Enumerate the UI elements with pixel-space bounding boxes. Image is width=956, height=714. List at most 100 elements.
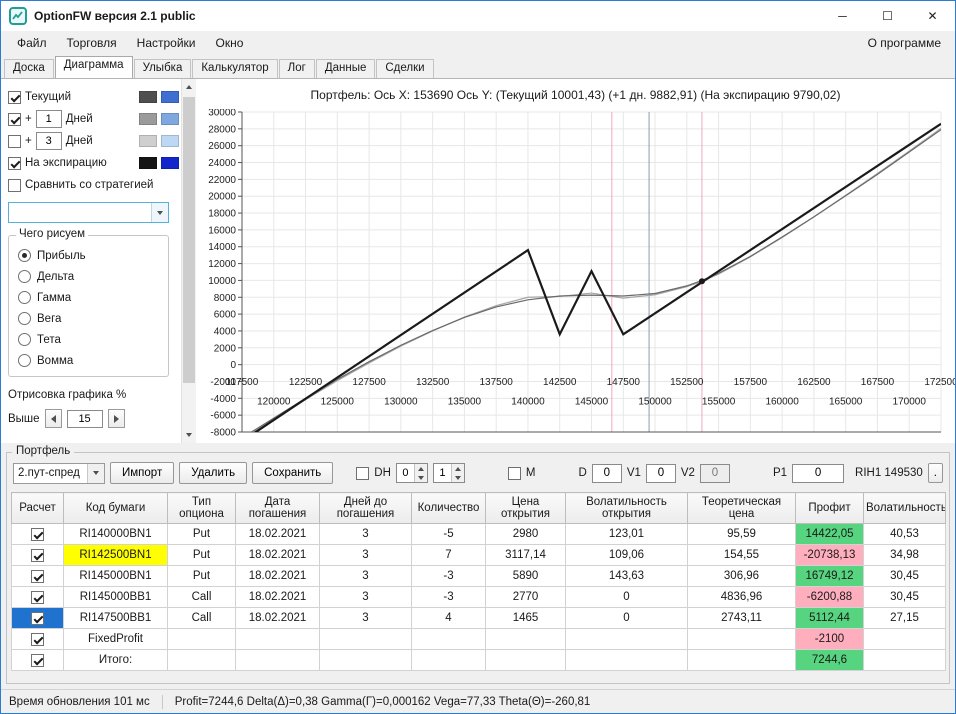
calc-cell[interactable] — [11, 628, 64, 650]
column-header[interactable]: Теоретическая цена — [687, 492, 796, 524]
series-checkbox[interactable] — [8, 178, 21, 192]
days-input[interactable] — [35, 132, 62, 150]
calc-cell[interactable] — [11, 586, 64, 608]
chevron-down-icon[interactable] — [151, 203, 168, 222]
days-input[interactable] — [35, 110, 62, 128]
cell[interactable]: RI147500BB1 — [63, 607, 168, 629]
d-input[interactable] — [591, 463, 622, 483]
save-button[interactable]: Сохранить — [252, 462, 334, 484]
cell[interactable]: -3 — [411, 586, 486, 608]
cell[interactable]: 306,96 — [687, 565, 796, 587]
cell[interactable]: 1465 — [485, 607, 566, 629]
cell[interactable]: 123,01 — [565, 523, 688, 545]
spinner-arrows[interactable] — [450, 464, 464, 482]
calc-cell[interactable] — [11, 649, 64, 671]
cell[interactable]: 18.02.2021 — [235, 586, 320, 608]
cell[interactable]: RI142500BN1 — [63, 544, 168, 566]
cell[interactable] — [485, 628, 566, 650]
dh-spinner-1[interactable] — [395, 463, 428, 483]
series-checkbox[interactable] — [8, 112, 21, 126]
row-checkbox[interactable] — [31, 569, 44, 583]
decrease-button[interactable] — [44, 409, 62, 428]
panel-scrollbar[interactable] — [181, 79, 196, 443]
scrollbar-track[interactable] — [182, 95, 196, 427]
cell[interactable] — [485, 649, 566, 671]
radio-button[interactable] — [18, 333, 31, 346]
more-button[interactable]: . — [927, 463, 943, 483]
p1-input[interactable] — [792, 463, 845, 483]
series-checkbox[interactable] — [8, 156, 21, 170]
cell[interactable]: 0 — [565, 607, 688, 629]
cell[interactable]: Итого: — [63, 649, 168, 671]
cell[interactable]: 143,63 — [565, 565, 688, 587]
radio-option[interactable]: Вега — [18, 308, 162, 329]
dh-checkbox[interactable] — [356, 466, 370, 480]
cell[interactable]: 4836,96 — [687, 586, 796, 608]
cell[interactable]: 3 — [319, 565, 412, 587]
row-checkbox[interactable] — [31, 653, 44, 667]
maximize-button[interactable]: ☐ — [865, 1, 910, 31]
column-header[interactable]: Дата погашения — [235, 492, 320, 524]
cell[interactable]: Call — [167, 607, 236, 629]
calc-cell[interactable] — [11, 523, 64, 545]
radio-button[interactable] — [18, 312, 31, 325]
cell[interactable] — [411, 649, 486, 671]
minimize-button[interactable]: ─ — [820, 1, 865, 31]
cell[interactable]: 2980 — [485, 523, 566, 545]
column-header[interactable]: Профит — [795, 492, 864, 524]
calc-cell[interactable] — [11, 544, 64, 566]
radio-button[interactable] — [18, 354, 31, 367]
radio-option[interactable]: Гамма — [18, 287, 162, 308]
cell[interactable]: 0 — [565, 586, 688, 608]
series-checkbox[interactable] — [8, 134, 21, 148]
cell[interactable]: 7 — [411, 544, 486, 566]
scrollbar-thumb[interactable] — [183, 97, 195, 383]
cell[interactable]: 16749,12 — [795, 565, 864, 587]
cell[interactable] — [319, 628, 412, 650]
tab[interactable]: Сделки — [376, 59, 434, 78]
menu-item[interactable]: Окно — [206, 33, 254, 53]
cell[interactable]: 3 — [319, 523, 412, 545]
cell[interactable]: 2770 — [485, 586, 566, 608]
v1-input[interactable] — [645, 463, 676, 483]
cell[interactable] — [411, 628, 486, 650]
cell[interactable] — [319, 649, 412, 671]
cell[interactable]: 3117,14 — [485, 544, 566, 566]
cell[interactable] — [167, 649, 236, 671]
cell[interactable]: -20738,13 — [795, 544, 864, 566]
close-button[interactable]: ✕ — [910, 1, 955, 31]
cell[interactable]: 14422,05 — [795, 523, 864, 545]
tab[interactable]: Калькулятор — [192, 59, 278, 78]
import-button[interactable]: Импорт — [110, 462, 175, 484]
portfolio-select[interactable]: 2.пут-спред — [13, 462, 105, 484]
dh-spinner-2[interactable] — [432, 463, 465, 483]
cell[interactable]: 34,98 — [863, 544, 946, 566]
column-header[interactable]: Волатильность — [863, 492, 946, 524]
cell[interactable]: 7244,6 — [795, 649, 864, 671]
cell[interactable]: -6200,88 — [795, 586, 864, 608]
chevron-down-icon[interactable] — [87, 463, 104, 483]
cell[interactable]: 3 — [319, 586, 412, 608]
cell[interactable]: 109,06 — [565, 544, 688, 566]
m-checkbox[interactable] — [507, 466, 521, 480]
cell[interactable]: 18.02.2021 — [235, 607, 320, 629]
column-header[interactable]: Код бумаги — [63, 492, 168, 524]
spinner-arrows[interactable] — [413, 464, 427, 482]
cell[interactable] — [235, 649, 320, 671]
column-header[interactable]: Тип опциона — [167, 492, 236, 524]
cell[interactable]: 4 — [411, 607, 486, 629]
cell[interactable]: Put — [167, 523, 236, 545]
radio-button[interactable] — [18, 291, 31, 304]
cell[interactable] — [863, 628, 946, 650]
menu-item[interactable]: Файл — [7, 33, 57, 53]
cell[interactable]: 30,45 — [863, 565, 946, 587]
column-header[interactable]: Цена открытия — [485, 492, 566, 524]
cell[interactable]: Put — [167, 544, 236, 566]
cell[interactable]: 18.02.2021 — [235, 523, 320, 545]
calc-cell[interactable] — [11, 565, 64, 587]
cell[interactable]: 40,53 — [863, 523, 946, 545]
cell[interactable]: Call — [167, 586, 236, 608]
calc-cell[interactable] — [11, 607, 64, 629]
cell[interactable]: RI145000BN1 — [63, 565, 168, 587]
cell[interactable]: FixedProfit — [63, 628, 168, 650]
